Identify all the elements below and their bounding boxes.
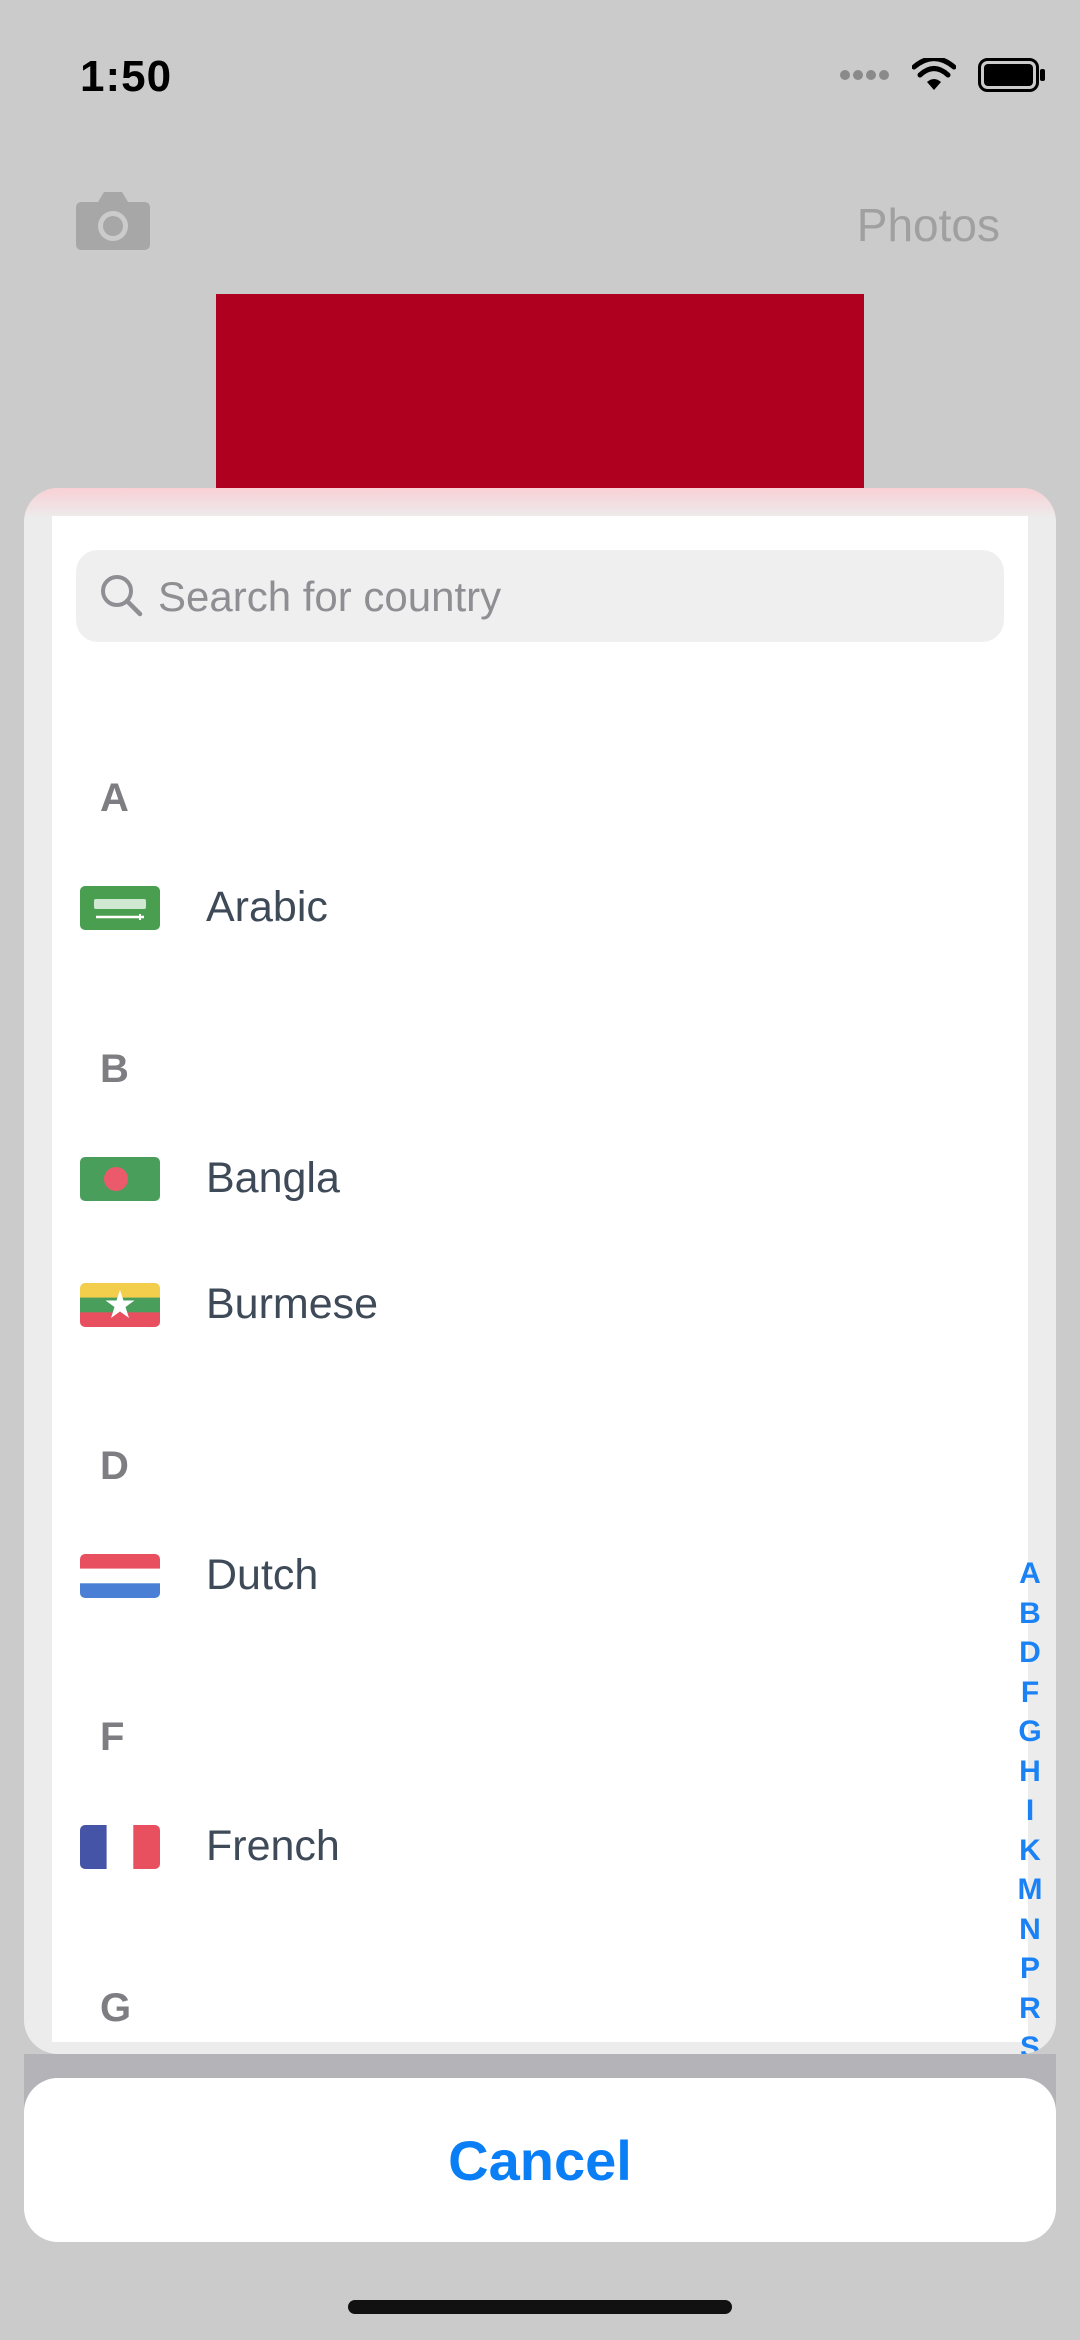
section-header-b: B: [100, 1047, 129, 1091]
france-flag-icon: [80, 1825, 160, 1869]
cellular-signal-icon: [840, 70, 889, 80]
image-preview: [216, 294, 864, 509]
list-item-arabic[interactable]: Arabic: [52, 847, 952, 967]
index-letter-k[interactable]: K: [1000, 1831, 1056, 1871]
index-letter-s[interactable]: S: [1000, 2028, 1056, 2054]
alphabet-index-bar[interactable]: A B D F G H I K M N P R S T V: [1000, 1554, 1056, 2054]
section-header-g: G: [100, 1986, 132, 2030]
sheet-top-glow: [24, 488, 1056, 518]
list-item-burmese[interactable]: Burmese: [52, 1244, 952, 1364]
index-letter-h[interactable]: H: [1000, 1752, 1056, 1792]
index-letter-n[interactable]: N: [1000, 1910, 1056, 1950]
netherlands-flag-icon: [80, 1554, 160, 1598]
myanmar-flag-icon: [80, 1283, 160, 1327]
search-bar[interactable]: [76, 550, 1004, 644]
list-item-label: Bangla: [206, 1154, 340, 1202]
index-letter-i[interactable]: I: [1000, 1791, 1056, 1831]
list-item-french[interactable]: French: [52, 1786, 952, 1906]
search-icon: [101, 575, 143, 617]
photos-link[interactable]: Photos: [857, 198, 1000, 252]
list-item-dutch[interactable]: Dutch: [52, 1515, 952, 1635]
index-letter-b[interactable]: B: [1000, 1594, 1056, 1634]
list-item-label: French: [206, 1822, 340, 1870]
index-letter-f[interactable]: F: [1000, 1673, 1056, 1713]
index-letter-p[interactable]: P: [1000, 1949, 1056, 1989]
bangladesh-flag-icon: [80, 1157, 160, 1201]
top-bar: Photos: [0, 180, 1080, 270]
section-header-d: D: [100, 1444, 129, 1488]
status-time: 1:50: [80, 52, 173, 101]
index-letter-r[interactable]: R: [1000, 1989, 1056, 2029]
cancel-button[interactable]: Cancel: [24, 2078, 1056, 2242]
list-item-label: Dutch: [206, 1551, 319, 1599]
index-letter-m[interactable]: M: [1000, 1870, 1056, 1910]
saudi-arabia-flag-icon: [80, 886, 160, 930]
country-list-container[interactable]: A Arabic B Bangla: [52, 516, 1028, 2042]
index-letter-g[interactable]: G: [1000, 1712, 1056, 1752]
country-picker-sheet: A Arabic B Bangla: [24, 488, 1056, 2054]
index-letter-a[interactable]: A: [1000, 1554, 1056, 1594]
section-header-f: F: [100, 1715, 125, 1759]
list-item-label: Burmese: [206, 1280, 379, 1328]
camera-icon[interactable]: [74, 190, 152, 252]
wifi-icon: [912, 58, 956, 90]
status-icons: [840, 58, 1046, 92]
home-indicator: [348, 2300, 732, 2314]
list-item-bangla[interactable]: Bangla: [52, 1118, 952, 1238]
index-letter-d[interactable]: D: [1000, 1633, 1056, 1673]
section-header-a: A: [100, 776, 129, 820]
status-bar: 1:50: [0, 0, 1080, 150]
list-item-label: Arabic: [206, 883, 328, 931]
battery-icon: [978, 58, 1045, 92]
search-input[interactable]: [156, 550, 980, 644]
